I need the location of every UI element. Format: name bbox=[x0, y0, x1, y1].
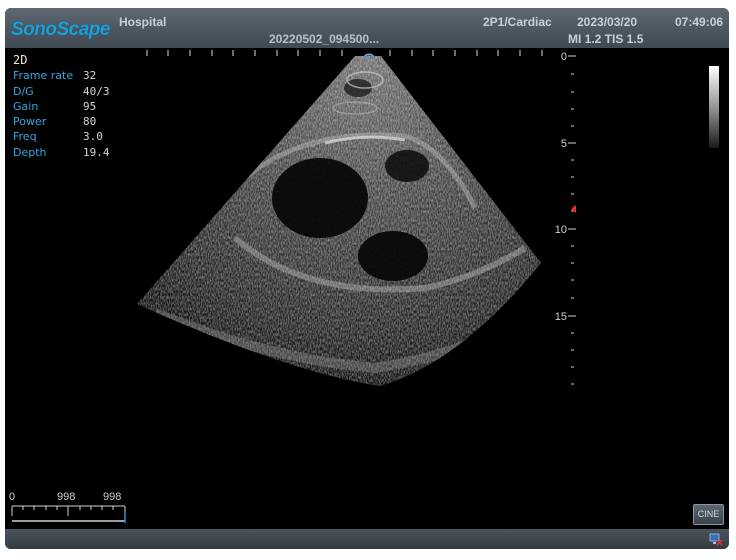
network-status-icon bbox=[709, 533, 723, 546]
param-row: D/G 40/3 bbox=[13, 84, 110, 99]
param-row: Depth 19.4 bbox=[13, 145, 110, 160]
param-label: Gain bbox=[13, 99, 39, 113]
imaging-params-panel: 2D Frame rate 32 D/G 40/3 Gain 95 Power 80 F… bbox=[13, 53, 110, 160]
param-value: 95 bbox=[83, 99, 97, 113]
depth-label-5: 5 bbox=[561, 138, 567, 150]
focus-marker-icon bbox=[571, 205, 576, 213]
depth-scale bbox=[568, 55, 576, 385]
footer-bar bbox=[5, 529, 729, 549]
cine-button[interactable]: CINE bbox=[693, 504, 724, 525]
depth-label-15: 15 bbox=[555, 311, 567, 323]
param-row: Gain 95 bbox=[13, 99, 110, 114]
param-value: 80 bbox=[83, 115, 97, 129]
param-value: 3.0 bbox=[83, 130, 103, 144]
depth-label-10: 10 bbox=[555, 224, 567, 236]
param-value: 19.4 bbox=[83, 145, 110, 159]
param-value: 32 bbox=[83, 69, 97, 83]
param-label: Freq bbox=[13, 130, 37, 144]
param-label: Frame rate bbox=[13, 69, 74, 83]
cine-scale-ticks bbox=[11, 505, 126, 523]
depth-labels: 0 5 10 15 bbox=[555, 51, 567, 323]
cine-scale-bar[interactable]: 0 998 998 bbox=[9, 488, 127, 524]
depth-label-0: 0 bbox=[561, 51, 567, 63]
lateral-scale bbox=[146, 50, 543, 56]
param-row: Power 80 bbox=[13, 114, 110, 129]
ultrasound-screen: SonoScape Hospital 20220502_094500... 2P… bbox=[5, 8, 729, 549]
param-row: Freq 3.0 bbox=[13, 129, 110, 144]
param-value: 40/3 bbox=[83, 84, 110, 98]
param-label: D/G bbox=[13, 84, 34, 98]
ultrasound-image: S bbox=[137, 50, 576, 386]
param-label: Power bbox=[13, 115, 47, 129]
param-row: Frame rate 32 bbox=[13, 68, 110, 83]
param-label: Depth bbox=[13, 145, 47, 159]
grayscale-bar bbox=[709, 66, 719, 148]
imaging-mode: 2D bbox=[13, 53, 28, 67]
